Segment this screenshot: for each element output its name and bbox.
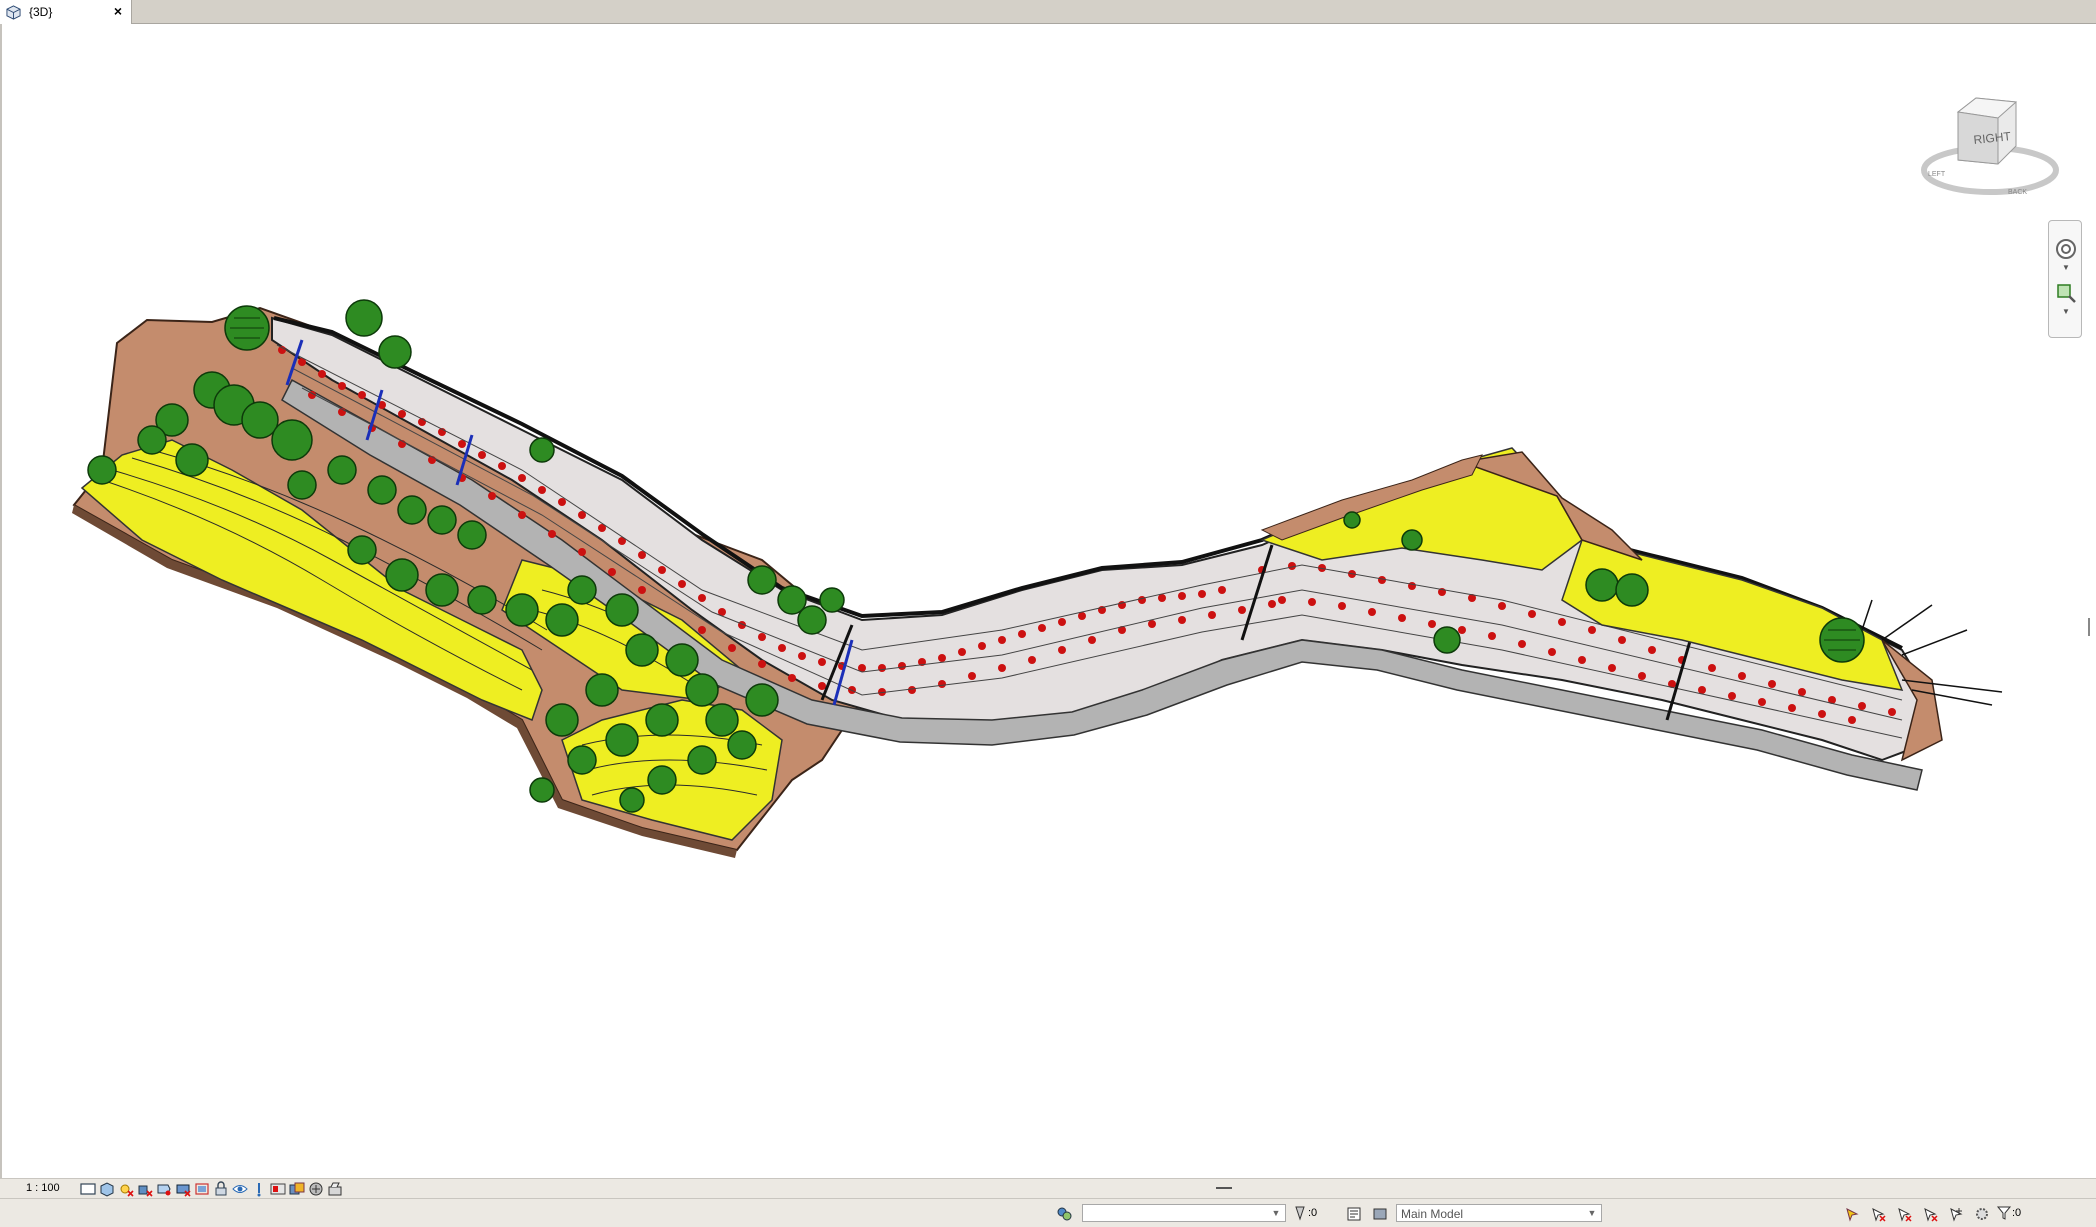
temporary-view-properties-icon[interactable] (270, 1181, 286, 1197)
chevron-down-icon[interactable]: ▼ (2062, 263, 2070, 272)
crop-view-icon[interactable] (175, 1181, 191, 1197)
navigation-bar: ▼ ▼ (2048, 220, 2082, 338)
show-crop-region-icon[interactable] (194, 1181, 210, 1197)
filter[interactable]: :0 (1996, 1204, 2021, 1222)
viewcube-ring-bottom[interactable]: BACK (2008, 189, 2027, 196)
close-icon[interactable]: × (111, 4, 125, 18)
editable-elements[interactable]: :0 (1292, 1204, 1317, 1222)
viewcube-ring-left[interactable]: LEFT (1928, 171, 1946, 178)
chevron-down-icon[interactable]: ▼ (1585, 1206, 1599, 1220)
render-icon[interactable] (156, 1181, 172, 1197)
editable-pin-icon (1295, 1206, 1305, 1221)
view-control-bar: 1 : 100 (0, 1178, 2096, 1198)
analytical-model-icon[interactable] (308, 1181, 324, 1197)
filter-count: :0 (2012, 1207, 2022, 1219)
tab-3d-view[interactable]: {3D} × (0, 0, 132, 24)
detail-level-icon[interactable] (80, 1181, 96, 1197)
viewcube[interactable]: RIGHT LEFT BACK (1918, 84, 2068, 204)
main-model-icon[interactable] (1372, 1206, 1388, 1222)
select-links-icon[interactable] (1844, 1206, 1860, 1222)
sun-path-off-icon[interactable] (118, 1181, 134, 1197)
chevron-down-icon[interactable]: ▼ (1269, 1206, 1283, 1220)
worksets-icon[interactable] (1056, 1206, 1072, 1222)
view-tab-strip: {3D} × (0, 0, 2096, 24)
design-options-icon[interactable] (1346, 1206, 1362, 1222)
select-by-face-icon[interactable] (1922, 1206, 1938, 1222)
active-workset-combo[interactable]: ▼ (1082, 1204, 1286, 1222)
steering-wheel-icon[interactable] (2054, 237, 2078, 261)
editable-count: :0 (1308, 1207, 1318, 1219)
zoom-icon[interactable] (2054, 281, 2078, 305)
site-model-3d[interactable] (2, 24, 2096, 1178)
status-bar: ▼ :0 Main Model ▼ :0 (0, 1198, 2096, 1227)
lock-3d-view-icon[interactable] (213, 1181, 229, 1197)
worksharing-display-icon[interactable] (289, 1181, 305, 1197)
select-pinned-icon[interactable] (1896, 1206, 1912, 1222)
temporary-hide-icon[interactable] (232, 1181, 248, 1197)
design-option-value: Main Model (1401, 1207, 1464, 1221)
background-processes-icon[interactable] (1974, 1206, 1990, 1222)
tab-label: {3D} (29, 5, 53, 19)
view-scale[interactable]: 1 : 100 (26, 1182, 60, 1194)
select-underlay-icon[interactable] (1870, 1206, 1886, 1222)
drag-elements-icon[interactable] (1948, 1206, 1964, 1222)
filter-icon (1996, 1206, 2012, 1220)
3d-viewport[interactable]: RIGHT LEFT BACK ▼ ▼ (0, 24, 2096, 1178)
3d-view-icon (6, 4, 21, 20)
scrollbar-marker[interactable] (2088, 618, 2090, 636)
chevron-down-icon[interactable]: ▼ (2062, 307, 2070, 316)
reveal-hidden-icon[interactable] (251, 1181, 267, 1197)
design-option-combo[interactable]: Main Model ▼ (1396, 1204, 1602, 1222)
view-splitter-handle[interactable] (1216, 1187, 1232, 1189)
highlight-displacement-icon[interactable] (327, 1181, 343, 1197)
visual-style-icon[interactable] (99, 1181, 115, 1197)
shadows-off-icon[interactable] (137, 1181, 153, 1197)
